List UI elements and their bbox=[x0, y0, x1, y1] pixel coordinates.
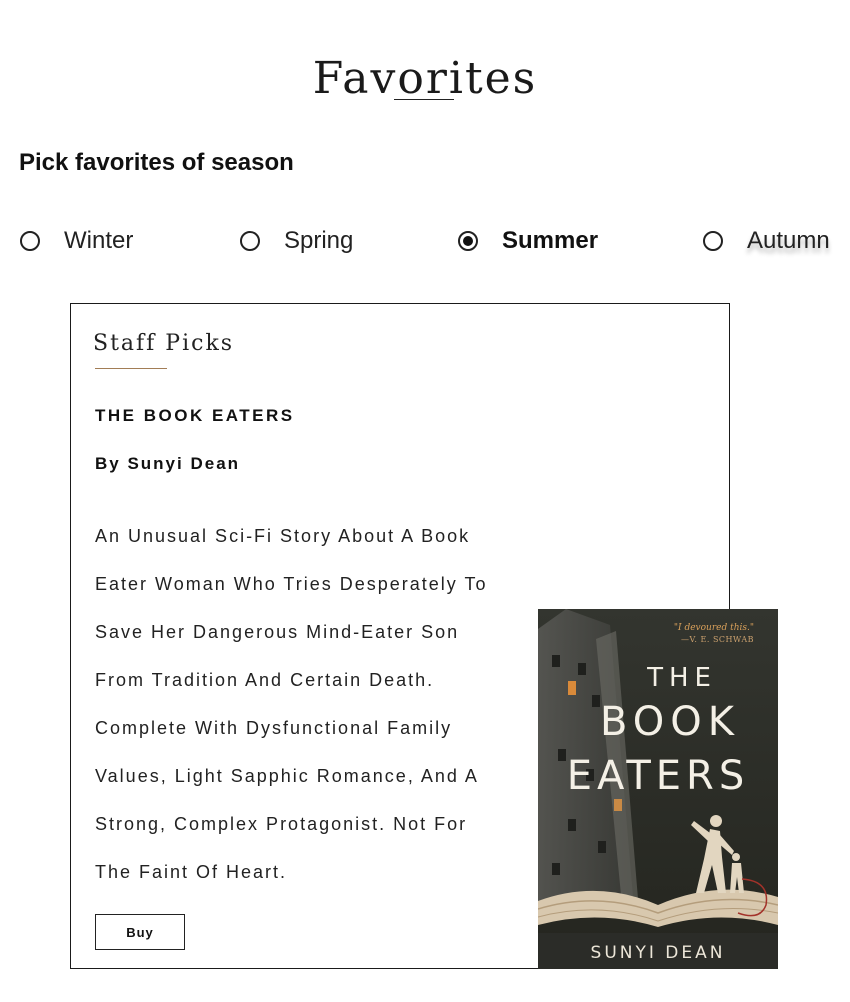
description-line: Save Her Dangerous Mind-Eater Son bbox=[95, 622, 460, 642]
cover-title-the: THE bbox=[647, 663, 717, 693]
description-line: From Tradition And Certain Death. bbox=[95, 670, 435, 690]
card-heading: Staff Picks bbox=[93, 331, 235, 356]
season-label-spring: Spring bbox=[284, 227, 354, 254]
book-title: THE BOOK EATERS bbox=[95, 406, 295, 425]
season-option-winter[interactable]: Winter bbox=[20, 222, 133, 260]
card-heading-divider bbox=[95, 368, 167, 369]
season-option-summer[interactable]: Summer bbox=[458, 222, 598, 260]
season-label-autumn: Autumn bbox=[747, 227, 830, 254]
radio-spring[interactable] bbox=[240, 231, 260, 251]
cover-author: SUNYI DEAN bbox=[590, 943, 726, 963]
cover-title-eaters: EATERS bbox=[566, 753, 750, 799]
season-question: Pick favorites of season bbox=[19, 149, 294, 176]
book-cover-image: "I devoured this." —V. E. SCHWAB THE BOO… bbox=[538, 609, 778, 969]
cover-quote-text: "I devoured this." bbox=[673, 623, 754, 633]
description-line: Strong, Complex Protagonist. Not For bbox=[95, 814, 468, 834]
description-line: Complete With Dysfunctional Family bbox=[95, 718, 453, 738]
title-divider bbox=[394, 99, 454, 100]
cover-title-book: BOOK bbox=[600, 699, 740, 745]
description-line: Eater Woman Who Tries Desperately To bbox=[95, 574, 488, 594]
book-description: An Unusual Sci-Fi Story About A Book Eat… bbox=[95, 512, 535, 896]
description-line: The Faint Of Heart. bbox=[95, 862, 288, 882]
radio-winter[interactable] bbox=[20, 231, 40, 251]
book-author: By Sunyi Dean bbox=[95, 454, 241, 473]
cover-quote-attribution: —V. E. SCHWAB bbox=[681, 635, 754, 644]
buy-button[interactable]: Buy bbox=[95, 914, 185, 950]
season-option-autumn[interactable]: Autumn bbox=[703, 222, 830, 260]
cover-quote: "I devoured this." —V. E. SCHWAB bbox=[674, 623, 754, 645]
season-radio-group: Winter Spring Summer Autumn bbox=[0, 222, 850, 262]
description-line: Values, Light Sapphic Romance, And A bbox=[95, 766, 479, 786]
season-label-summer: Summer bbox=[502, 227, 599, 254]
radio-autumn[interactable] bbox=[703, 231, 723, 251]
description-line: An Unusual Sci-Fi Story About A Book bbox=[95, 526, 471, 546]
radio-summer[interactable] bbox=[458, 231, 478, 251]
season-option-spring[interactable]: Spring bbox=[240, 222, 353, 260]
season-label-winter: Winter bbox=[64, 227, 134, 254]
